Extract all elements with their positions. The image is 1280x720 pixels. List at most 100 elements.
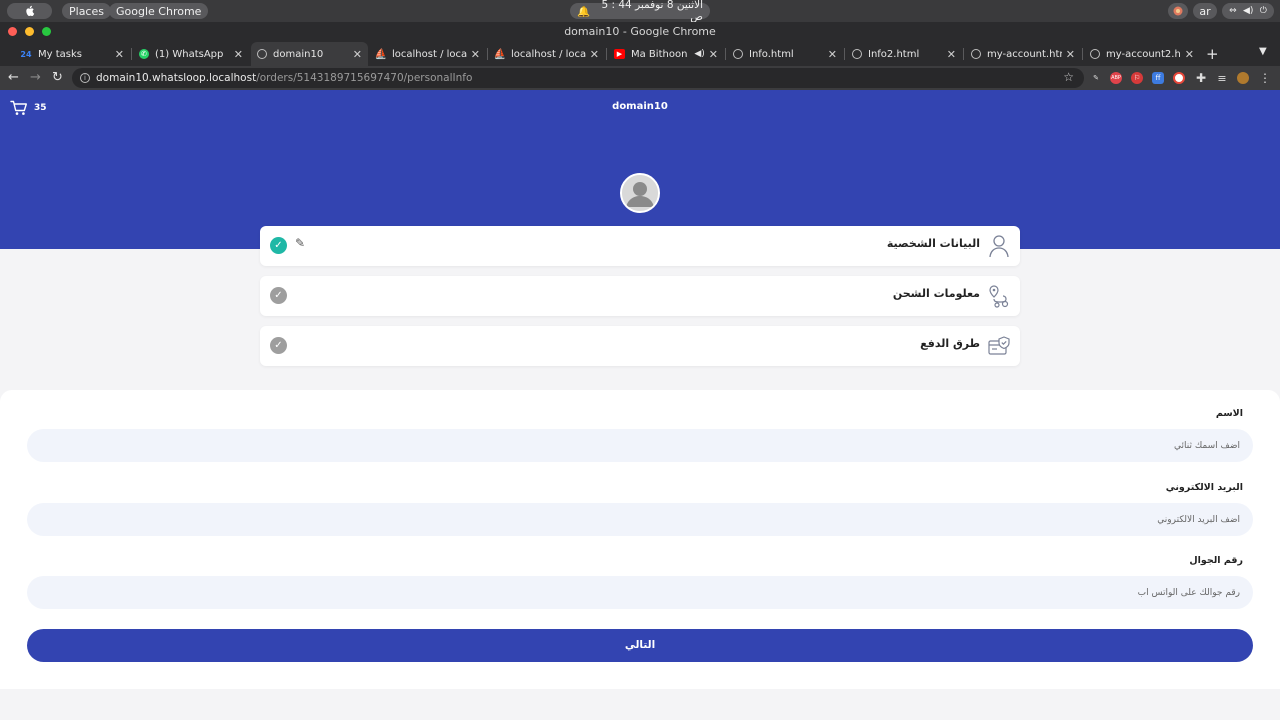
email-input[interactable] — [27, 503, 1253, 536]
tab-label: Info.html — [749, 48, 794, 60]
clock-text: الاثنين 8 نوفمبر 44 : 5 ص — [601, 0, 703, 23]
tab-localhost-2[interactable]: ⛵ localhost / localhos ✕ — [489, 42, 605, 66]
phpmyadmin-icon: ⛵ — [374, 48, 388, 60]
chrome-extension-icon[interactable] — [1173, 72, 1185, 84]
user-icon — [989, 235, 1009, 258]
step-done-check-icon: ✓ — [270, 237, 287, 254]
forward-arrow-icon[interactable]: → — [30, 70, 41, 86]
power-icon: ⏻ — [1259, 6, 1267, 16]
payment-card-icon — [988, 336, 1010, 355]
browser-toolbar: ← → ↻ i domain10.whatsloop.localhost/ord… — [0, 66, 1280, 90]
edit-pencil-icon[interactable]: ✎ — [295, 236, 305, 250]
address-bar[interactable]: i domain10.whatsloop.localhost/orders/51… — [72, 68, 1084, 88]
name-input[interactable] — [27, 429, 1253, 462]
close-tab-icon[interactable]: ✕ — [1066, 48, 1075, 61]
close-tab-icon[interactable]: ✕ — [471, 48, 480, 61]
bookmark-star-icon[interactable]: ☆ — [1063, 70, 1074, 84]
new-tab-plus-icon[interactable]: + — [1206, 45, 1219, 63]
back-arrow-icon[interactable]: ← — [8, 70, 19, 86]
extension-red-icon[interactable]: ⚐ — [1131, 72, 1143, 84]
step-pending-check-icon: ✓ — [270, 287, 287, 304]
tab-localhost-1[interactable]: ⛵ localhost / localhos ✕ — [370, 42, 486, 66]
profile-avatar[interactable] — [1237, 72, 1249, 84]
system-tray[interactable]: ⇔ ◀) ⏻ — [1222, 3, 1274, 19]
keyboard-language[interactable]: ar — [1193, 3, 1217, 19]
tab-youtube[interactable]: ▶ Ma Bithoon - Y ◀) ✕ — [608, 42, 724, 66]
close-window-icon[interactable] — [8, 27, 17, 36]
route-pin-icon — [989, 285, 1009, 308]
volume-icon: ◀) — [1242, 6, 1254, 16]
name-label: الاسم — [1215, 408, 1243, 419]
tab-label: localhost / localhos — [511, 48, 586, 60]
shield-tray-icon[interactable] — [1168, 3, 1188, 19]
tab-my-account[interactable]: my-account.html ✕ — [965, 42, 1081, 66]
os-top-bar: Places Google Chrome الاثنين 8 نوفمبر 44… — [0, 0, 1280, 23]
bell-icon: 🔔 — [577, 5, 591, 18]
minimize-window-icon[interactable] — [25, 27, 34, 36]
step-payment-methods[interactable]: ✓ طرق الدفع — [260, 326, 1020, 366]
whatsapp-icon: ✆ — [139, 49, 149, 59]
tab-label: (1) WhatsApp — [155, 48, 224, 60]
next-button[interactable]: التالي — [27, 629, 1253, 662]
tab-label: Info2.html — [868, 48, 920, 60]
tab-info[interactable]: Info.html ✕ — [727, 42, 843, 66]
tab-label: domain10 — [273, 48, 324, 60]
close-tab-icon[interactable]: ✕ — [1185, 48, 1194, 61]
clock[interactable]: الاثنين 8 نوفمبر 44 : 5 ص 🔔 — [570, 0, 710, 23]
pen-extension-icon[interactable]: ✎ — [1090, 72, 1102, 84]
step-label: معلومات الشحن — [892, 287, 980, 300]
adblock-plus-icon[interactable]: ABP — [1110, 72, 1122, 84]
close-tab-icon[interactable]: ✕ — [234, 48, 243, 61]
globe-icon — [733, 49, 743, 59]
more-menu-icon[interactable]: ⋮ — [1259, 71, 1271, 85]
window-title-bar: domain10 - Google Chrome — [0, 22, 1280, 42]
tab-label: My tasks — [38, 48, 82, 60]
tab-label: my-account.html — [987, 48, 1062, 60]
tab-label: localhost / localhos — [392, 48, 467, 60]
page: 35 domain10 ✓ ✎ البيانات الشخصية ✓ معلوم… — [0, 90, 1280, 720]
url-host: domain10.whatsloop.localhost — [96, 72, 257, 84]
globe-icon — [257, 49, 267, 59]
user-avatar-icon — [622, 175, 658, 211]
step-shipping-info[interactable]: ✓ معلومات الشحن — [260, 276, 1020, 316]
maximize-window-icon[interactable] — [42, 27, 51, 36]
close-tab-icon[interactable]: ✕ — [709, 48, 718, 61]
globe-icon — [852, 49, 862, 59]
reload-icon[interactable]: ↻ — [52, 70, 63, 86]
step-personal-info[interactable]: ✓ ✎ البيانات الشخصية — [260, 226, 1020, 266]
phone-input[interactable] — [27, 576, 1253, 609]
close-tab-icon[interactable]: ✕ — [115, 48, 124, 61]
avatar[interactable] — [620, 173, 660, 213]
tab-search-chevron-icon[interactable]: ▼ — [1259, 46, 1267, 57]
step-label: طرق الدفع — [920, 337, 980, 350]
url-path: /orders/5143189715697470/personalInfo — [256, 72, 473, 84]
extension-blue-icon[interactable]: ff — [1152, 72, 1164, 84]
globe-icon — [971, 49, 981, 59]
close-tab-icon[interactable]: ✕ — [828, 48, 837, 61]
audio-playing-icon[interactable]: ◀) — [694, 49, 704, 59]
tab-strip: 24 My tasks ✕ ✆ (1) WhatsApp ✕ domain10 … — [0, 42, 1280, 66]
phone-label: رقم الجوال — [1189, 555, 1243, 566]
close-tab-icon[interactable]: ✕ — [353, 48, 362, 61]
extensions-puzzle-icon[interactable]: ✚ — [1195, 71, 1207, 85]
apple-menu-icon[interactable] — [7, 3, 52, 19]
network-icon: ⇔ — [1229, 6, 1237, 16]
close-tab-icon[interactable]: ✕ — [947, 48, 956, 61]
youtube-icon: ▶ — [614, 49, 625, 59]
close-tab-icon[interactable]: ✕ — [590, 48, 599, 61]
email-label: البريد الالكتروني — [1165, 482, 1243, 493]
site-info-icon[interactable]: i — [80, 73, 90, 83]
tab-my-tasks[interactable]: 24 My tasks ✕ — [14, 42, 130, 66]
phpmyadmin-icon: ⛵ — [493, 48, 507, 60]
tab-info2[interactable]: Info2.html ✕ — [846, 42, 962, 66]
tab-my-account2[interactable]: my-account2.html ✕ — [1084, 42, 1200, 66]
media-queue-icon[interactable]: ≡ — [1216, 72, 1228, 85]
places-menu[interactable]: Places — [62, 3, 111, 19]
tab-domain10[interactable]: domain10 ✕ — [251, 42, 368, 66]
store-name: domain10 — [612, 101, 668, 112]
step-label: البيانات الشخصية — [886, 237, 980, 250]
step-pending-check-icon: ✓ — [270, 337, 287, 354]
tab-whatsapp[interactable]: ✆ (1) WhatsApp ✕ — [133, 42, 249, 66]
globe-icon — [1090, 49, 1100, 59]
app-menu[interactable]: Google Chrome — [109, 3, 209, 19]
